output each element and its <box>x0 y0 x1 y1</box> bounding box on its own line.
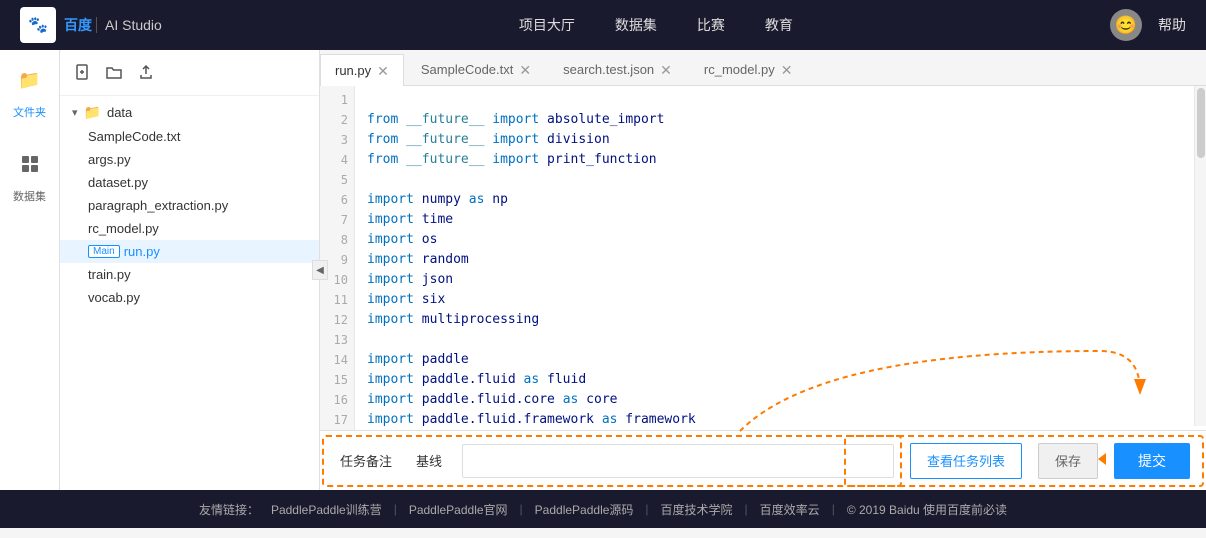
bottom-panel: 任务备注 基线 查看任务列表 保存 提交 <box>320 430 1206 490</box>
tab-label: rc_model.py <box>704 62 775 77</box>
arrow-to-submit <box>1098 452 1106 470</box>
nav-education[interactable]: 教育 <box>765 11 793 39</box>
folder-icon: 📁 <box>84 104 101 121</box>
tab-runpy[interactable]: run.py ✕ <box>320 54 404 86</box>
file-name: dataset.py <box>88 175 148 190</box>
footer-link-training[interactable]: PaddlePaddle训练营 <box>271 501 382 518</box>
file-tree: ▾ 📁 data SampleCode.txt args.py dataset.… <box>60 50 320 490</box>
logo: 🐾 百度 AI Studio <box>20 7 162 43</box>
sidebar-item-files[interactable]: 📁 <box>10 60 50 100</box>
sidebar: 📁 文件夹 数据集 <box>0 50 60 490</box>
avatar[interactable]: 😊 <box>1110 9 1142 41</box>
nav-right: 😊 帮助 <box>1110 9 1186 41</box>
sidebar-label-files: 文件夹 <box>13 104 46 120</box>
task-note-label: 任务备注 <box>336 451 396 470</box>
tab-label: search.test.json <box>563 62 654 77</box>
footer-link-source[interactable]: PaddlePaddle源码 <box>535 501 634 518</box>
scrollbar-track[interactable] <box>1194 86 1206 426</box>
file-name: paragraph_extraction.py <box>88 198 228 213</box>
footer: 友情链接： PaddlePaddle训练营 | PaddlePaddle官网 |… <box>0 490 1206 528</box>
tab-close-icon[interactable]: ✕ <box>660 63 672 77</box>
folder-name: data <box>107 105 132 120</box>
tab-label: SampleCode.txt <box>421 62 514 77</box>
submit-button[interactable]: 提交 <box>1114 443 1190 479</box>
footer-link-cloud[interactable]: 百度效率云 <box>760 501 820 518</box>
footer-copyright: © 2019 Baidu 使用百度前必读 <box>847 501 1007 518</box>
logo-brand: 百度 <box>64 15 92 35</box>
main-badge: Main <box>88 245 120 258</box>
file-item-dataset[interactable]: dataset.py <box>60 171 319 194</box>
logo-product: AI Studio <box>96 17 162 33</box>
file-name: train.py <box>88 267 131 282</box>
tab-rcmodel[interactable]: rc_model.py ✕ <box>689 53 808 85</box>
logo-icon: 🐾 <box>20 7 56 43</box>
file-name: args.py <box>88 152 131 167</box>
file-item-args[interactable]: args.py <box>60 148 319 171</box>
scrollbar-thumb[interactable] <box>1197 88 1205 158</box>
footer-link-official[interactable]: PaddlePaddle官网 <box>409 501 508 518</box>
help-link[interactable]: 帮助 <box>1158 15 1186 35</box>
file-name: run.py <box>124 244 160 259</box>
baseline-input[interactable] <box>462 444 894 478</box>
file-tree-toolbar <box>60 58 319 96</box>
footer-prefix: 友情链接： <box>199 501 259 518</box>
file-name: SampleCode.txt <box>88 129 181 144</box>
sidebar-item-datasets[interactable] <box>10 144 50 184</box>
footer-link-academy[interactable]: 百度技术学院 <box>661 501 733 518</box>
code-area: ◀ run.py ✕ SampleCode.txt ✕ search.test.… <box>320 50 1206 490</box>
code-content: from __future__ import absolute_import f… <box>355 86 708 430</box>
new-folder-icon[interactable] <box>104 62 124 87</box>
file-item-samplecode[interactable]: SampleCode.txt <box>60 125 319 148</box>
nav-items: 项目大厅 数据集 比赛 教育 <box>202 11 1110 39</box>
top-nav: 🐾 百度 AI Studio 项目大厅 数据集 比赛 教育 😊 帮助 <box>0 0 1206 50</box>
view-task-list-button[interactable]: 查看任务列表 <box>910 443 1022 479</box>
tab-close-icon[interactable]: ✕ <box>781 63 793 77</box>
nav-competition[interactable]: 比赛 <box>697 11 725 39</box>
line-numbers: 123456789101112131415161718192021222324 <box>320 86 355 430</box>
tab-samplecode[interactable]: SampleCode.txt ✕ <box>406 53 546 85</box>
file-name: vocab.py <box>88 290 140 305</box>
root-folder[interactable]: ▾ 📁 data <box>60 100 319 125</box>
chevron-down-icon: ▾ <box>72 106 78 119</box>
nav-projects[interactable]: 项目大厅 <box>519 11 575 39</box>
file-name: rc_model.py <box>88 221 159 236</box>
file-item-train[interactable]: train.py <box>60 263 319 286</box>
tab-bar: run.py ✕ SampleCode.txt ✕ search.test.js… <box>320 50 1206 86</box>
nav-datasets[interactable]: 数据集 <box>615 11 657 39</box>
main-layout: 📁 文件夹 数据集 ▾ 📁 data SampleCode.txt <box>0 50 1206 490</box>
tab-close-icon[interactable]: ✕ <box>377 64 389 78</box>
upload-icon[interactable] <box>136 62 156 87</box>
file-item-vocab[interactable]: vocab.py <box>60 286 319 309</box>
save-button[interactable]: 保存 <box>1038 443 1098 479</box>
sidebar-label-datasets: 数据集 <box>13 188 46 204</box>
collapse-panel-arrow[interactable]: ◀ <box>312 260 328 280</box>
file-item-rcmodel[interactable]: rc_model.py <box>60 217 319 240</box>
tab-searchtestjson[interactable]: search.test.json ✕ <box>548 53 687 85</box>
file-item-paragraph[interactable]: paragraph_extraction.py <box>60 194 319 217</box>
tab-close-icon[interactable]: ✕ <box>519 63 531 77</box>
new-file-icon[interactable] <box>72 62 92 87</box>
code-editor[interactable]: 123456789101112131415161718192021222324 … <box>320 86 1206 430</box>
baseline-label: 基线 <box>412 451 446 470</box>
file-item-runpy[interactable]: Main run.py <box>60 240 319 263</box>
tab-label: run.py <box>335 63 371 78</box>
